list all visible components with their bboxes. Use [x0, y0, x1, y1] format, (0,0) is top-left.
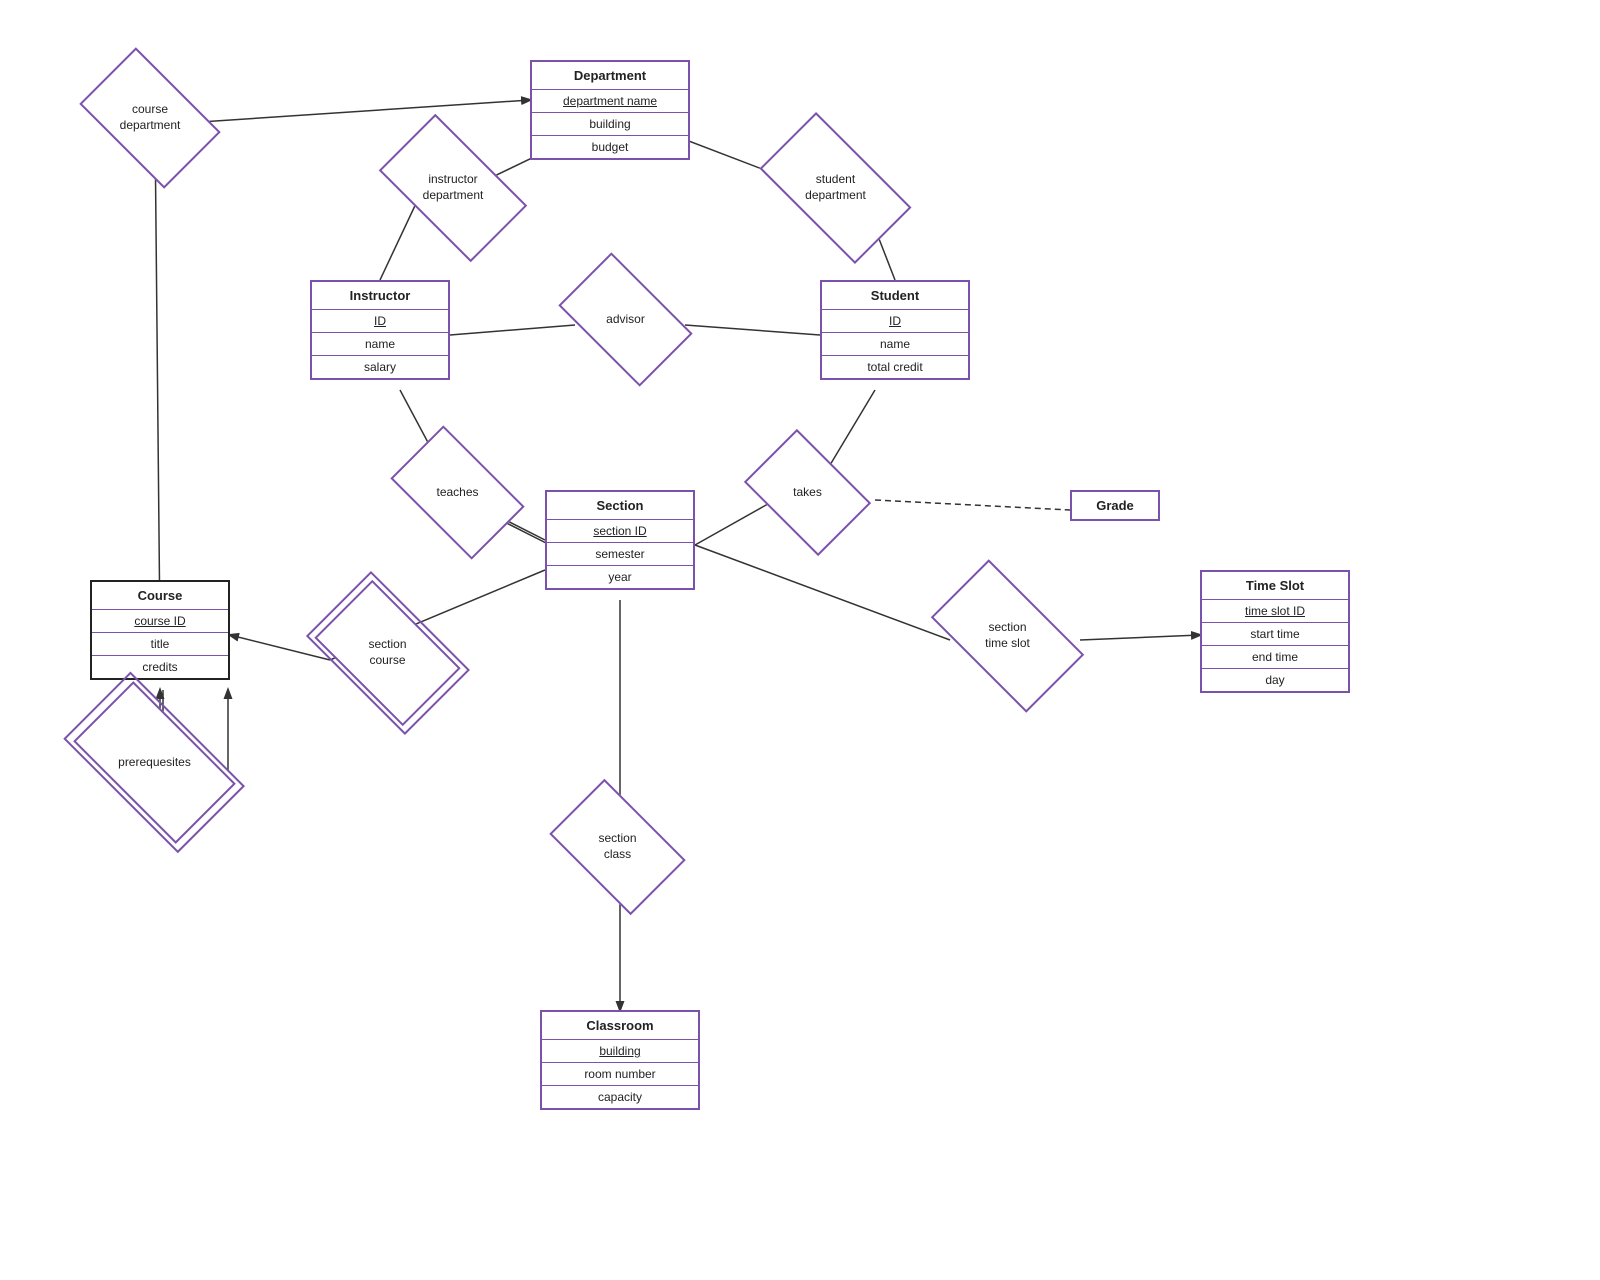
- diamond-student-department-label: studentdepartment: [805, 172, 866, 203]
- diamond-advisor-label: advisor: [606, 312, 645, 328]
- entity-department-attr-0: department name: [532, 89, 688, 112]
- entity-instructor-attr-1: name: [312, 332, 448, 355]
- entity-student-title: Student: [822, 282, 968, 309]
- diamond-section-timeslot-label: sectiontime slot: [985, 620, 1030, 651]
- entity-classroom: Classroom building room number capacity: [540, 1010, 700, 1110]
- entity-course-attr-0: course ID: [92, 609, 228, 632]
- entity-timeslot-attr-0: time slot ID: [1202, 599, 1348, 622]
- entity-student-attr-1: name: [822, 332, 968, 355]
- diamond-advisor: advisor: [568, 282, 683, 357]
- entity-classroom-attr-2: capacity: [542, 1085, 698, 1108]
- diamond-section-course-label: sectioncourse: [368, 637, 406, 668]
- entity-student-attr-2: total credit: [822, 355, 968, 378]
- entity-instructor-attr-2: salary: [312, 355, 448, 378]
- entity-classroom-attr-1: room number: [542, 1062, 698, 1085]
- entity-grade-title: Grade: [1072, 492, 1158, 519]
- entity-course: Course course ID title credits: [90, 580, 230, 680]
- diamond-section-timeslot: sectiontime slot: [940, 595, 1075, 677]
- diamond-student-department: studentdepartment: [768, 148, 903, 228]
- entity-department-attr-2: budget: [532, 135, 688, 158]
- entity-student-attr-0: ID: [822, 309, 968, 332]
- diamond-course-department-label: coursedepartment: [120, 102, 181, 133]
- diamond-course-department: coursedepartment: [90, 78, 210, 158]
- diamond-takes: takes: [755, 455, 860, 530]
- entity-course-title: Course: [92, 582, 228, 609]
- entity-classroom-attr-0: building: [542, 1039, 698, 1062]
- entity-section-attr-2: year: [547, 565, 693, 588]
- entity-course-attr-1: title: [92, 632, 228, 655]
- entity-timeslot-attr-3: day: [1202, 668, 1348, 691]
- er-diagram-canvas: Department department name building budg…: [0, 0, 1600, 1280]
- diamond-section-class: sectionclass: [560, 808, 675, 886]
- entity-section-attr-1: semester: [547, 542, 693, 565]
- diamond-instructor-department: instructordepartment: [388, 148, 518, 228]
- entity-instructor: Instructor ID name salary: [310, 280, 450, 380]
- entity-timeslot-title: Time Slot: [1202, 572, 1348, 599]
- diamond-prerequisites-label: prerequesites: [118, 755, 191, 771]
- entity-classroom-title: Classroom: [542, 1012, 698, 1039]
- entity-section-title: Section: [547, 492, 693, 519]
- entity-instructor-title: Instructor: [312, 282, 448, 309]
- diamond-section-course: sectioncourse: [325, 612, 450, 694]
- entity-grade: Grade: [1070, 490, 1160, 521]
- entity-section-attr-0: section ID: [547, 519, 693, 542]
- entity-timeslot-attr-2: end time: [1202, 645, 1348, 668]
- entity-student: Student ID name total credit: [820, 280, 970, 380]
- entity-department-attr-1: building: [532, 112, 688, 135]
- diamond-section-class-label: sectionclass: [598, 831, 636, 862]
- diamond-takes-label: takes: [793, 485, 822, 501]
- entity-instructor-attr-0: ID: [312, 309, 448, 332]
- entity-course-attr-2: credits: [92, 655, 228, 678]
- entity-timeslot: Time Slot time slot ID start time end ti…: [1200, 570, 1350, 693]
- entity-section: Section section ID semester year: [545, 490, 695, 590]
- diamond-instructor-department-label: instructordepartment: [423, 172, 484, 203]
- entity-department: Department department name building budg…: [530, 60, 690, 160]
- diamond-prerequisites: prerequesites: [82, 720, 227, 805]
- diamond-teaches-label: teaches: [436, 485, 478, 501]
- entity-timeslot-attr-1: start time: [1202, 622, 1348, 645]
- entity-department-title: Department: [532, 62, 688, 89]
- diamond-teaches: teaches: [400, 455, 515, 530]
